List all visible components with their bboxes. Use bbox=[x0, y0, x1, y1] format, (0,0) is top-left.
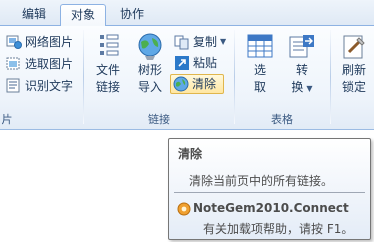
select-image-icon bbox=[6, 57, 20, 70]
copy-link-label: 复制 bbox=[193, 35, 218, 49]
tree-import-label-2: 导入 bbox=[137, 80, 162, 94]
group-label-image: 片 bbox=[1, 113, 13, 126]
file-link-button[interactable]: 文件 链接 bbox=[88, 32, 128, 96]
clear-links-icon bbox=[173, 76, 189, 92]
group-separator bbox=[83, 30, 84, 124]
web-image-label: 网络图片 bbox=[25, 35, 74, 49]
convert-table-label-1: 转 bbox=[295, 63, 308, 77]
recognize-text-button[interactable]: 识别文字 bbox=[4, 76, 75, 96]
refresh-lock-icon bbox=[343, 35, 365, 59]
tooltip-title: 清除 bbox=[178, 147, 203, 161]
refresh-lock-label-1: 刷新 bbox=[341, 63, 366, 77]
paste-link-button[interactable]: 粘贴 bbox=[172, 53, 219, 73]
refresh-lock-label-2: 锁定 bbox=[341, 80, 366, 94]
globe-link-icon bbox=[138, 33, 162, 60]
file-link-label-1: 文件 bbox=[95, 63, 120, 77]
table-select-icon bbox=[247, 34, 273, 58]
ocr-icon bbox=[6, 78, 20, 93]
table-convert-icon bbox=[289, 35, 314, 58]
group-separator bbox=[330, 30, 331, 124]
web-image-icon bbox=[6, 35, 22, 49]
select-table-label-2: 取 bbox=[253, 80, 266, 94]
chevron-down-icon[interactable]: ▼ bbox=[306, 84, 312, 93]
recognize-text-label: 识别文字 bbox=[25, 79, 74, 93]
ribbon-tab-strip: 编辑 对象 协作 bbox=[0, 0, 374, 27]
paste-link-icon bbox=[175, 56, 189, 70]
tooltip-addin-name: NoteGem2010.Connect bbox=[193, 201, 349, 215]
group-label-links: 链接 bbox=[148, 113, 170, 126]
tooltip-help-text: 有关加载项帮助，请按 F1。 bbox=[203, 222, 354, 236]
select-table-label-1: 选 bbox=[253, 63, 266, 77]
clear-links-label: 清除 bbox=[192, 77, 217, 91]
web-image-button[interactable]: 网络图片 bbox=[4, 32, 75, 52]
select-image-label: 选取图片 bbox=[25, 57, 74, 71]
tooltip-description: 清除当前页中的所有链接。 bbox=[189, 174, 334, 188]
select-table-button[interactable]: 选 取 bbox=[240, 32, 280, 96]
convert-table-label-2: 换 ▼ bbox=[291, 80, 313, 94]
clear-links-button[interactable]: 清除 bbox=[170, 74, 224, 94]
tab-edit[interactable]: 编辑 bbox=[12, 4, 56, 26]
convert-table-button[interactable]: 转 换 ▼ bbox=[282, 32, 322, 97]
addin-gear-icon bbox=[177, 202, 191, 216]
tab-object[interactable]: 对象 bbox=[60, 4, 106, 27]
ribbon-panel: 网络图片 选取图片 识别文字 片 文件 链接 树形 导入 复制 ▼ 粘贴 清除 … bbox=[0, 26, 374, 130]
app-window: 编辑 对象 协作 网络图片 选取图片 识别文字 片 文件 链接 树形 导入 复制… bbox=[0, 0, 374, 242]
tree-import-button[interactable]: 树形 导入 bbox=[130, 32, 170, 96]
group-separator bbox=[234, 30, 235, 124]
copy-link-icon bbox=[174, 35, 189, 50]
tooltip: 清除 清除当前页中的所有链接。 NoteGem2010.Connect 有关加载… bbox=[168, 138, 371, 240]
tree-import-label-1: 树形 bbox=[137, 63, 162, 77]
tooltip-divider bbox=[174, 192, 365, 193]
chevron-down-icon[interactable]: ▼ bbox=[220, 32, 226, 52]
select-image-button[interactable]: 选取图片 bbox=[4, 54, 75, 74]
copy-link-button[interactable]: 复制 ▼ bbox=[172, 32, 228, 52]
tab-collaborate[interactable]: 协作 bbox=[110, 4, 154, 26]
group-label-table: 表格 bbox=[271, 113, 293, 126]
paste-link-label: 粘贴 bbox=[193, 56, 218, 70]
file-link-icon bbox=[100, 34, 119, 56]
refresh-lock-button[interactable]: 刷新 锁定 bbox=[334, 32, 374, 96]
file-link-label-2: 链接 bbox=[95, 80, 120, 94]
